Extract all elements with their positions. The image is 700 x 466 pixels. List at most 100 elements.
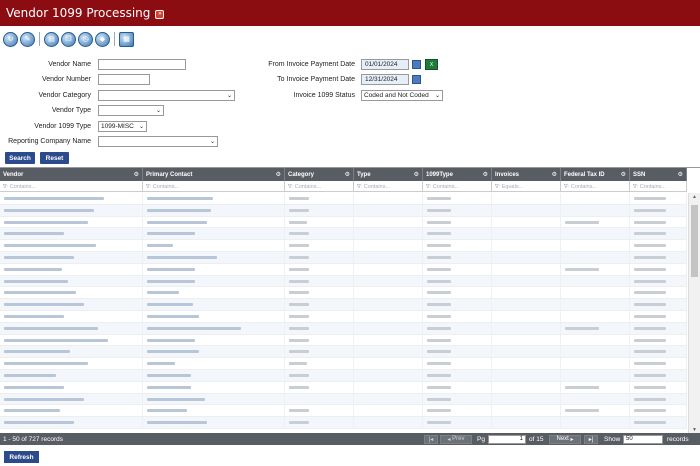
table-row[interactable] (0, 216, 687, 229)
redacted-text (427, 314, 451, 318)
gear-icon[interactable]: ⚙ (134, 171, 139, 178)
gear-icon[interactable]: ⚙ (345, 171, 350, 178)
table-row[interactable] (0, 204, 687, 217)
table-cell (423, 417, 492, 429)
vendor-category-select[interactable]: ⌄ (98, 90, 235, 101)
redacted-text (427, 255, 451, 259)
table-row[interactable] (0, 417, 687, 429)
table-row[interactable] (0, 334, 687, 347)
gear-icon[interactable]: ⚙ (483, 171, 488, 178)
first-page-button[interactable]: |◂ (424, 434, 438, 444)
table-row[interactable] (0, 193, 687, 205)
table-row[interactable] (0, 381, 687, 394)
redacted-text (427, 279, 451, 283)
redacted-text (289, 220, 307, 224)
page-number-input[interactable]: 1 (488, 434, 526, 444)
gear-icon[interactable]: ⚙ (678, 171, 683, 178)
gear-icon[interactable]: ⚙ (621, 171, 626, 178)
table-cell (354, 405, 423, 417)
gear-icon[interactable]: ⚙ (276, 171, 281, 178)
tag-icon[interactable]: ◆ (95, 31, 110, 47)
calendar-icon[interactable] (412, 75, 421, 84)
filter-federal-tax-id[interactable]: ∇: Contains... (561, 181, 630, 192)
status-select[interactable]: Coded and Not Coded ⌄ (361, 90, 443, 101)
scroll-up-icon[interactable]: ▲ (692, 194, 697, 200)
export-icon[interactable]: ▦ (119, 31, 134, 47)
column-header-vendor[interactable]: Vendor ⚙ (0, 168, 143, 181)
redacted-text (147, 208, 211, 212)
last-page-button[interactable]: ▸| (584, 434, 598, 444)
table-row[interactable] (0, 251, 687, 264)
table-row[interactable] (0, 240, 687, 252)
table-row[interactable] (0, 369, 687, 382)
filter-1099type[interactable]: ∇: Contains... (423, 181, 492, 192)
column-header-1099type[interactable]: 1099Type ⚙ (423, 168, 492, 181)
table-cell (354, 251, 423, 263)
vendor-number-input[interactable] (98, 74, 150, 85)
redacted-text (565, 326, 599, 330)
filter-type[interactable]: ∇: Contains... (354, 181, 423, 192)
column-header-category[interactable]: Category ⚙ (285, 168, 354, 181)
table-row[interactable] (0, 287, 687, 300)
history-icon[interactable]: ◷ (78, 31, 93, 47)
gear-icon[interactable]: ⚙ (414, 171, 419, 178)
table-cell (285, 322, 354, 334)
redacted-text (427, 208, 451, 212)
redacted-text (427, 421, 451, 425)
column-header-invoices[interactable]: Invoices ⚙ (492, 168, 561, 181)
table-row[interactable] (0, 322, 687, 335)
table-row[interactable] (0, 263, 687, 276)
redacted-text (427, 232, 451, 236)
column-header-type[interactable]: Type ⚙ (354, 168, 423, 181)
to-date-input[interactable]: 12/31/2024 (361, 74, 409, 85)
table-row[interactable] (0, 358, 687, 370)
edit-icon[interactable]: ✎ (20, 31, 35, 47)
table-cell (423, 358, 492, 370)
prev-page-button[interactable]: ◂ Prev (440, 434, 472, 444)
reset-button[interactable]: Reset (40, 152, 69, 164)
redacted-text (147, 338, 195, 342)
excel-export-icon[interactable]: X (425, 59, 438, 70)
table-cell (561, 251, 630, 263)
column-header-ssn[interactable]: SSN ⚙ (630, 168, 687, 181)
table-row[interactable] (0, 405, 687, 418)
refresh-button[interactable]: Refresh (4, 451, 39, 463)
calendar-icon[interactable] (412, 60, 421, 69)
table-row[interactable] (0, 310, 687, 323)
table-row[interactable] (0, 346, 687, 359)
table-row[interactable] (0, 299, 687, 311)
from-date-input[interactable]: 01/01/2024 (361, 59, 409, 70)
filter-invoices[interactable]: ∇: Equals... (492, 181, 561, 192)
page-size-select[interactable]: 50 (623, 434, 663, 444)
refresh-icon[interactable]: ↻ (3, 31, 18, 47)
table-cell (354, 228, 423, 240)
vendor-name-input[interactable] (98, 59, 186, 70)
column-header-primary-contact[interactable]: Primary Contact ⚙ (143, 168, 285, 181)
scrollbar-thumb[interactable] (691, 205, 698, 277)
next-page-button[interactable]: Next ▸ (549, 434, 581, 444)
column-header-federal-tax-id[interactable]: Federal Tax ID ⚙ (561, 168, 630, 181)
reporting-company-select[interactable]: ⌄ (98, 136, 218, 147)
chevron-down-icon: ⌄ (209, 139, 215, 145)
filter-category[interactable]: ∇: Contains... (285, 181, 354, 192)
filter-primary-contact[interactable]: ∇: Contains... (143, 181, 285, 192)
filter-ssn[interactable]: ∇: Contains... (630, 181, 687, 192)
search-button[interactable]: Search (5, 152, 35, 164)
table-row[interactable] (0, 393, 687, 406)
vertical-scrollbar[interactable]: ▲ ▼ (688, 193, 700, 434)
table-cell (630, 216, 687, 228)
vendor-1099-type-select[interactable]: 1099-MISC ⌄ (98, 121, 147, 132)
table-row[interactable] (0, 275, 687, 288)
table-cell (143, 322, 285, 334)
filter-vendor[interactable]: ∇: Contains... (0, 181, 143, 192)
redacted-text (289, 303, 309, 307)
print-icon[interactable]: ▤ (44, 31, 59, 47)
redacted-text (427, 373, 451, 377)
redacted-text (4, 385, 64, 389)
arrow-right-icon[interactable]: » (155, 9, 165, 19)
gear-icon[interactable]: ⚙ (552, 171, 557, 178)
redacted-text (634, 373, 666, 377)
copy-icon[interactable]: ❐ (61, 31, 76, 47)
vendor-type-select[interactable]: ⌄ (98, 105, 164, 116)
table-row[interactable] (0, 228, 687, 241)
